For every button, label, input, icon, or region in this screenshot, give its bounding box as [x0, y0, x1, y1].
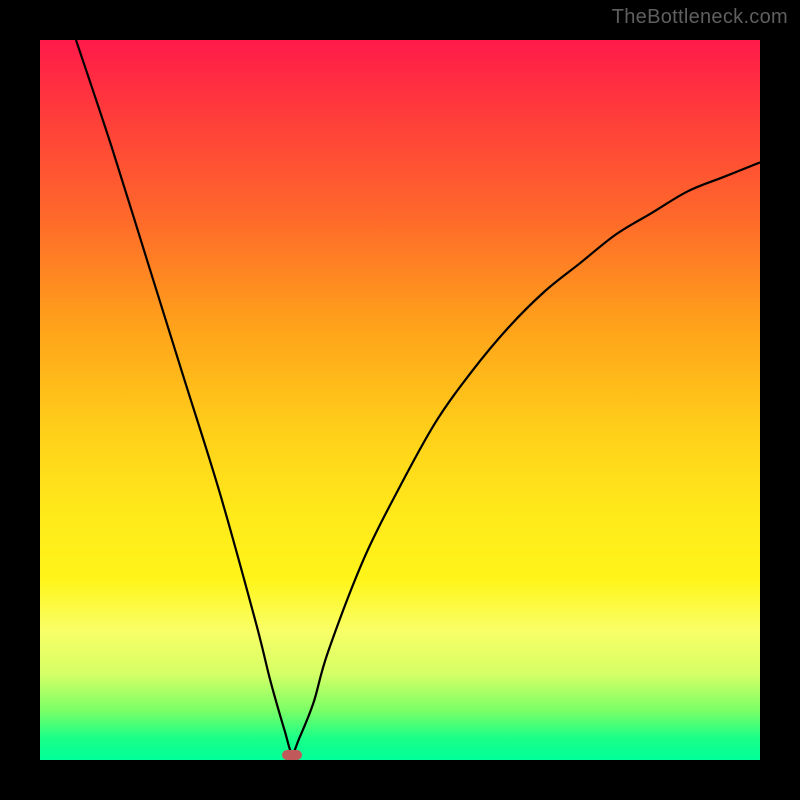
minimum-marker [282, 750, 302, 760]
plot-area [40, 40, 760, 760]
curve-layer [40, 40, 760, 760]
watermark-label: TheBottleneck.com [612, 6, 788, 29]
bottleneck-curve [76, 40, 760, 753]
chart-frame: TheBottleneck.com [0, 0, 800, 800]
